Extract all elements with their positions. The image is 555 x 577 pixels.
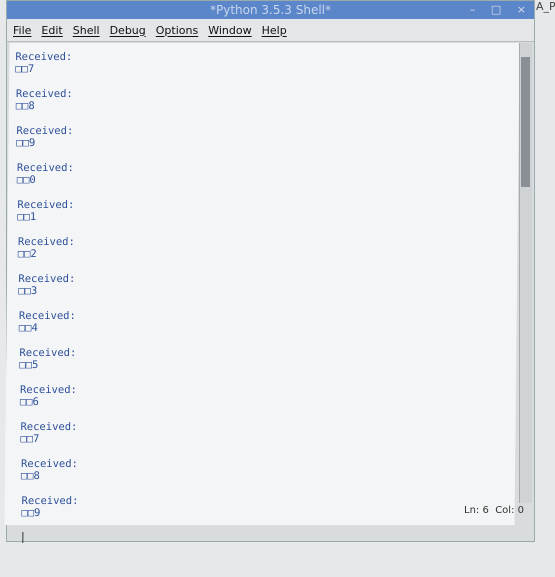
received-value: □□1 bbox=[17, 211, 37, 223]
received-value: □□8 bbox=[15, 100, 35, 112]
received-value: □□7 bbox=[20, 433, 40, 445]
received-value: □□2 bbox=[17, 248, 37, 260]
output-entry: Received: □□0 bbox=[17, 162, 519, 199]
received-value: □□8 bbox=[20, 470, 40, 482]
received-label: Received: bbox=[17, 236, 75, 248]
output-entry: Received: □□8 bbox=[21, 458, 515, 495]
received-value: □□0 bbox=[16, 174, 36, 186]
background-window-text: A_P bbox=[536, 0, 555, 13]
close-icon[interactable]: × bbox=[517, 3, 526, 16]
output-entry: Received: □□5 bbox=[19, 347, 516, 384]
menu-file[interactable]: File bbox=[13, 24, 31, 37]
received-label: Received: bbox=[15, 88, 73, 100]
status-bar: Ln: 6 Col: 0 bbox=[7, 501, 534, 521]
output-entry: Received: □□2 bbox=[18, 236, 518, 273]
output-entry: Received: □□6 bbox=[20, 384, 516, 421]
shell-output[interactable]: Received: □□7 Received: □□8 Received: □□9 Rece… bbox=[4, 43, 520, 543]
maximize-icon[interactable]: □ bbox=[491, 3, 501, 16]
output-entry: Received: □□9 bbox=[16, 125, 519, 162]
received-label: Received: bbox=[17, 199, 75, 211]
text-cursor bbox=[22, 532, 24, 543]
received-label: Received: bbox=[15, 51, 73, 63]
received-value: □□9 bbox=[16, 137, 36, 149]
menu-window[interactable]: Window bbox=[208, 24, 251, 37]
vertical-scrollbar[interactable] bbox=[519, 43, 532, 503]
received-value: □□4 bbox=[18, 322, 38, 334]
scrollbar-thumb[interactable] bbox=[521, 57, 530, 187]
received-label: Received: bbox=[19, 347, 77, 359]
received-label: Received: bbox=[19, 384, 77, 396]
window-title: *Python 3.5.3 Shell* bbox=[209, 3, 332, 17]
received-label: Received: bbox=[20, 421, 78, 433]
output-entry: Received: □□7 bbox=[20, 421, 515, 458]
received-value: □□3 bbox=[18, 285, 38, 297]
received-value: □□6 bbox=[19, 396, 39, 408]
minimize-icon[interactable]: – bbox=[470, 3, 476, 16]
received-value: □□7 bbox=[15, 63, 35, 75]
output-entry: Received: □□8 bbox=[16, 88, 519, 125]
received-label: Received: bbox=[16, 162, 74, 174]
menu-debug[interactable]: Debug bbox=[110, 24, 146, 37]
received-label: Received: bbox=[16, 125, 74, 137]
received-label: Received: bbox=[18, 273, 76, 285]
received-label: Received: bbox=[20, 458, 78, 470]
line-number: Ln: 6 bbox=[464, 505, 489, 516]
output-entry: Received: □□7 bbox=[15, 51, 519, 88]
menu-options[interactable]: Options bbox=[156, 24, 198, 37]
output-entry: Received: □□4 bbox=[19, 310, 517, 347]
menu-edit[interactable]: Edit bbox=[41, 24, 62, 37]
received-value: □□5 bbox=[19, 359, 39, 371]
menu-shell[interactable]: Shell bbox=[73, 24, 100, 37]
output-entry: Received: □□3 bbox=[18, 273, 517, 310]
column-number: Col: 0 bbox=[495, 505, 524, 516]
python-shell-window: *Python 3.5.3 Shell* – □ × File Edit She… bbox=[4, 0, 535, 543]
menu-bar: File Edit Shell Debug Options Window Hel… bbox=[7, 19, 534, 42]
received-label: Received: bbox=[18, 310, 76, 322]
menu-help[interactable]: Help bbox=[262, 24, 287, 37]
title-bar: *Python 3.5.3 Shell* – □ × bbox=[7, 1, 534, 19]
output-entry: Received: □□1 bbox=[17, 199, 518, 236]
